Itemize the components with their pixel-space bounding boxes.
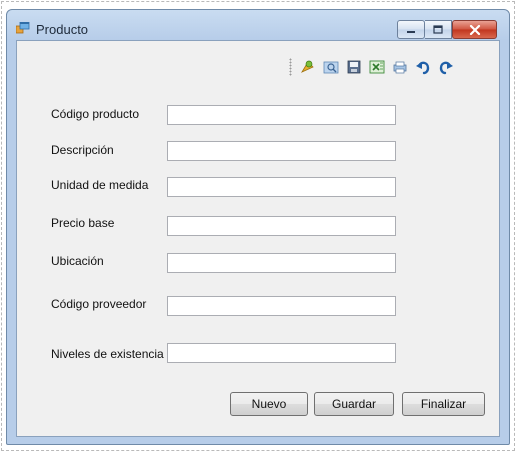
finalizar-button[interactable]: Finalizar	[402, 392, 485, 416]
new-icon[interactable]	[299, 58, 317, 76]
toolbar	[289, 55, 499, 79]
nuevo-button[interactable]: Nuevo	[230, 392, 308, 416]
app-form-icon	[16, 22, 30, 34]
label-niveles-existencia: Niveles de existencia	[51, 347, 164, 361]
descripcion-input[interactable]	[167, 141, 396, 161]
maximize-icon	[433, 25, 443, 34]
ubicacion-input[interactable]	[167, 253, 396, 273]
excel-icon[interactable]	[368, 58, 386, 76]
guardar-button[interactable]: Guardar	[314, 392, 394, 416]
label-ubicacion: Ubicación	[51, 254, 104, 268]
producto-window: Producto Código producto Descripción Uni…	[6, 9, 510, 445]
form-client-area: Código producto Descripción Unidad de me…	[16, 40, 500, 437]
precio-base-input[interactable]	[167, 216, 396, 236]
search-icon[interactable]	[322, 58, 340, 76]
label-codigo-proveedor: Código proveedor	[51, 297, 147, 311]
title-bar[interactable]: Producto	[7, 10, 509, 40]
unidad-medida-input[interactable]	[167, 177, 396, 197]
toolbar-grip[interactable]	[289, 58, 292, 76]
minimize-button[interactable]	[397, 20, 425, 39]
undo-icon[interactable]	[414, 58, 432, 76]
label-unidad-medida: Unidad de medida	[51, 178, 149, 192]
label-precio-base: Precio base	[51, 216, 115, 230]
close-icon	[469, 24, 480, 35]
niveles-existencia-input[interactable]	[167, 343, 396, 363]
label-codigo-producto: Código producto	[51, 107, 140, 121]
codigo-proveedor-input[interactable]	[167, 296, 396, 316]
window-title: Producto	[36, 22, 89, 37]
label-descripcion: Descripción	[51, 143, 114, 157]
save-icon[interactable]	[345, 58, 363, 76]
minimize-icon	[407, 30, 415, 33]
print-icon[interactable]	[391, 58, 409, 76]
redo-icon[interactable]	[437, 58, 455, 76]
codigo-producto-input[interactable]	[167, 105, 396, 125]
maximize-button[interactable]	[425, 20, 452, 39]
close-button[interactable]	[452, 20, 497, 39]
